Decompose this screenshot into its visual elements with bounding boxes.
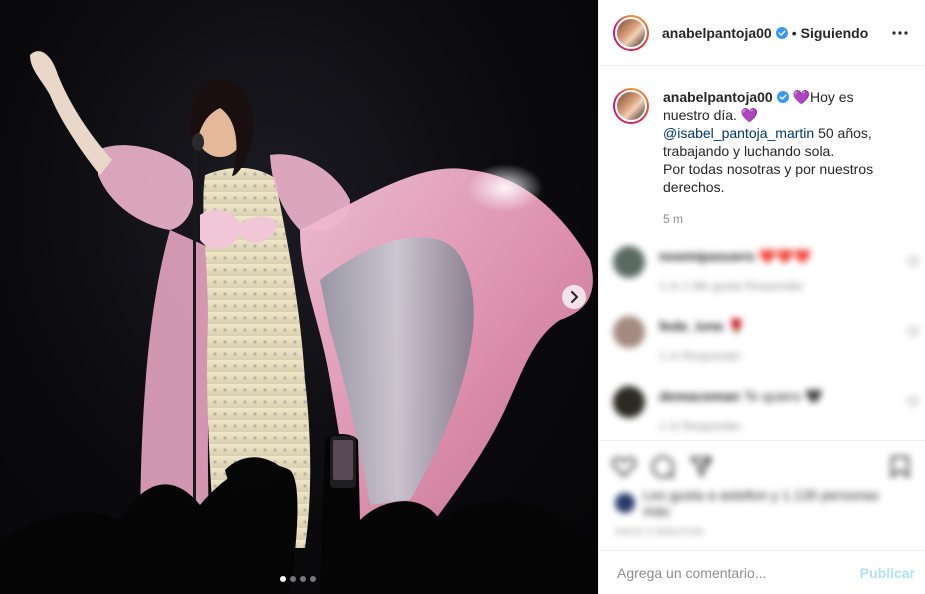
comment-text: ❤️❤️❤️ bbox=[758, 248, 811, 264]
post-caption: anabelpantoja00 💜Hoy es nuestro día. 💜 @… bbox=[599, 66, 925, 228]
avatar[interactable] bbox=[613, 246, 645, 278]
comment-username[interactable]: noemipasuero bbox=[659, 248, 755, 264]
comment-body: noemipasuero ❤️❤️❤️ 1 m 1 Me gusta Respo… bbox=[659, 248, 811, 293]
comment-row: demaceman Te quiero 🖤 1 m Responder bbox=[599, 386, 925, 440]
caption-avatar-ring[interactable] bbox=[613, 88, 649, 124]
more-options-icon bbox=[892, 30, 908, 35]
share-icon[interactable] bbox=[689, 455, 713, 479]
caption-mention[interactable]: @isabel_pantoja_martin bbox=[663, 125, 814, 141]
comment-meta[interactable]: 1 m Responder bbox=[659, 349, 745, 363]
carousel-dot bbox=[290, 576, 296, 582]
post-media[interactable] bbox=[0, 0, 598, 594]
comment-row: fede_ivne 🌹 1 m Responder bbox=[599, 316, 925, 386]
post-header: anabelpantoja00 • Siguiendo bbox=[599, 0, 925, 66]
action-icons bbox=[599, 441, 925, 485]
next-slide-button[interactable] bbox=[562, 285, 586, 309]
carousel-dot bbox=[280, 576, 286, 582]
carousel-dot bbox=[300, 576, 306, 582]
caption-text-line3: Por todas nosotras y por nuestros derech… bbox=[663, 161, 874, 195]
comment-text: 🌹 bbox=[727, 318, 745, 334]
comment-meta[interactable]: 1 m Responder bbox=[659, 419, 823, 433]
liker-avatar bbox=[615, 493, 635, 513]
carousel-indicator bbox=[280, 576, 316, 582]
concert-photo bbox=[0, 51, 598, 594]
comments-list[interactable]: anabelpantoja00 💜Hoy es nuestro día. 💜 @… bbox=[599, 66, 925, 440]
heart-icon[interactable] bbox=[611, 455, 637, 479]
add-comment-bar: Publicar bbox=[599, 550, 925, 594]
likes-summary[interactable]: Les gusta a astellon y 1.135 personas má… bbox=[599, 485, 925, 519]
avatar[interactable] bbox=[615, 16, 647, 49]
bookmark-icon[interactable] bbox=[889, 455, 911, 479]
post-username[interactable]: anabelpantoja00 bbox=[662, 25, 772, 41]
instagram-post: anabelpantoja00 • Siguiendo anabelpantoj… bbox=[0, 0, 925, 594]
comment-heart-icon[interactable] bbox=[907, 396, 919, 408]
more-options-button[interactable] bbox=[891, 24, 909, 42]
publish-button[interactable]: Publicar bbox=[860, 565, 915, 581]
comment-username[interactable]: demaceman bbox=[659, 388, 740, 404]
post-actions: Les gusta a astellon y 1.135 personas má… bbox=[599, 440, 925, 550]
comment-row: noemipasuero ❤️❤️❤️ 1 m 1 Me gusta Respo… bbox=[599, 246, 925, 316]
comment-username[interactable]: fede_ivne bbox=[659, 318, 724, 334]
comment-meta[interactable]: 1 m 1 Me gusta Responder bbox=[659, 279, 811, 293]
caption-body: anabelpantoja00 💜Hoy es nuestro día. 💜 @… bbox=[663, 88, 903, 228]
post-sidebar: anabelpantoja00 • Siguiendo anabelpantoj… bbox=[598, 0, 925, 594]
comment-heart-icon[interactable] bbox=[907, 256, 919, 268]
caption-timestamp[interactable]: 5 m bbox=[663, 210, 903, 228]
comment-body: demaceman Te quiero 🖤 1 m Responder bbox=[659, 388, 823, 433]
following-button[interactable]: Siguiendo bbox=[801, 25, 869, 41]
comment-input[interactable] bbox=[615, 563, 860, 582]
comment-heart-icon[interactable] bbox=[907, 326, 919, 338]
verified-badge-icon bbox=[775, 26, 788, 39]
comment-body: fede_ivne 🌹 1 m Responder bbox=[659, 318, 745, 363]
avatar[interactable] bbox=[613, 316, 645, 348]
comment-text: Te quiero 🖤 bbox=[743, 388, 823, 404]
post-date[interactable]: HACE 5 MINUTOS bbox=[599, 519, 925, 538]
story-ring[interactable] bbox=[613, 14, 649, 51]
header-separator: • bbox=[791, 24, 797, 41]
carousel-dot bbox=[310, 576, 316, 582]
avatar[interactable] bbox=[613, 386, 645, 418]
caption-username[interactable]: anabelpantoja00 bbox=[663, 89, 773, 105]
avatar[interactable] bbox=[615, 90, 647, 122]
verified-badge-icon bbox=[776, 91, 789, 103]
comment-icon[interactable] bbox=[651, 455, 675, 479]
chevron-right-icon bbox=[571, 291, 578, 303]
likes-text[interactable]: Les gusta a astellon y 1.135 personas má… bbox=[643, 487, 909, 519]
